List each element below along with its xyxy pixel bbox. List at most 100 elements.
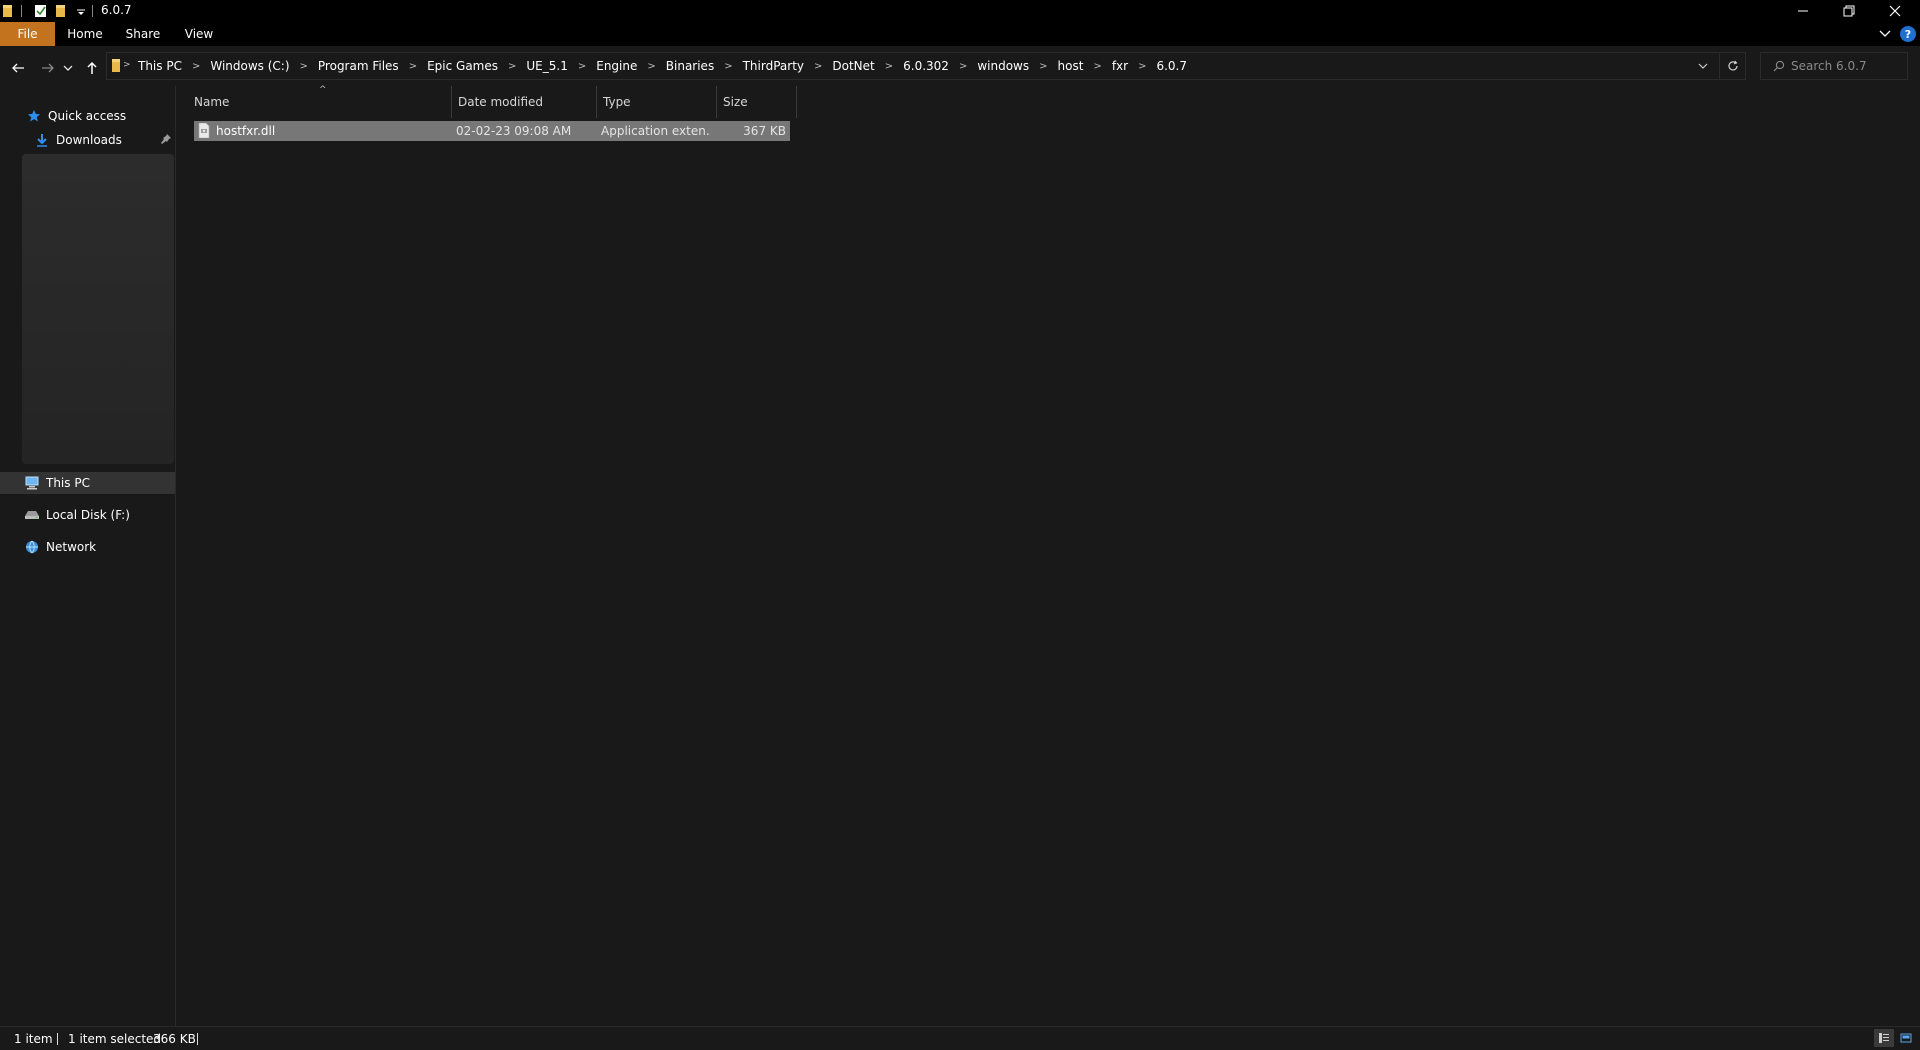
breadcrumb-item[interactable]: This PC xyxy=(135,59,185,73)
chevron-down-icon xyxy=(63,65,73,71)
title-bar: 6.0.7 xyxy=(0,0,1920,22)
nav-item-network[interactable]: Network xyxy=(0,536,175,558)
file-name: hostfxr.dll xyxy=(216,124,276,138)
nav-item-quick-access[interactable]: Quick access xyxy=(0,105,175,127)
column-header-label: Date modified xyxy=(458,95,544,109)
navigation-pane: Quick access Downloads This PC Local Dis… xyxy=(0,86,176,1026)
minimize-button[interactable] xyxy=(1780,0,1826,22)
chevron-right-icon[interactable]: > xyxy=(640,61,662,72)
tab-home[interactable]: Home xyxy=(60,22,110,46)
network-icon xyxy=(24,539,40,555)
nav-item-label: Network xyxy=(46,540,97,554)
chevron-down-icon xyxy=(1879,30,1891,37)
breadcrumb-item[interactable]: ThirdParty xyxy=(740,59,807,73)
breadcrumb-item[interactable]: fxr xyxy=(1109,59,1131,73)
dll-file-icon xyxy=(198,122,210,141)
address-bar[interactable]: > This PC > Windows (C:) > Program Files > … xyxy=(106,52,1746,80)
up-button[interactable] xyxy=(82,58,102,78)
close-icon xyxy=(1889,5,1901,17)
nav-item-local-disk[interactable]: Local Disk (F:) xyxy=(0,504,175,526)
folder-icon xyxy=(111,59,123,76)
item-count: 1 item xyxy=(14,1032,53,1046)
breadcrumb-item[interactable]: 6.0.7 xyxy=(1153,59,1190,73)
breadcrumb-item[interactable]: Program Files xyxy=(315,59,402,73)
nav-item-this-pc[interactable]: This PC xyxy=(0,472,175,494)
breadcrumb-item[interactable]: Binaries xyxy=(663,59,717,73)
restore-icon xyxy=(1843,5,1855,17)
breadcrumb-item[interactable]: 6.0.302 xyxy=(900,59,952,73)
arrow-up-icon xyxy=(87,61,97,74)
download-icon xyxy=(34,132,50,148)
column-header-size[interactable]: Size xyxy=(717,86,797,118)
column-header-type[interactable]: Type xyxy=(597,86,717,118)
large-icons-view-button[interactable] xyxy=(1896,1029,1916,1047)
chevron-right-icon[interactable]: > xyxy=(1032,61,1054,72)
selection-count: 1 item selected xyxy=(68,1032,162,1046)
nav-item-label: Quick access xyxy=(48,109,127,123)
nav-item-downloads[interactable]: Downloads xyxy=(0,129,175,151)
breadcrumb-item[interactable]: Epic Games xyxy=(424,59,501,73)
table-row[interactable]: hostfxr.dll 02-02-23 09:08 AM Applicatio… xyxy=(194,121,790,141)
star-icon xyxy=(26,108,42,124)
arrow-right-icon xyxy=(42,63,54,73)
chevron-right-icon[interactable]: > xyxy=(185,61,207,72)
chevron-right-icon[interactable]: > xyxy=(402,61,424,72)
new-folder-icon[interactable] xyxy=(55,4,69,18)
address-history-button[interactable] xyxy=(1697,60,1711,74)
properties-icon[interactable] xyxy=(34,4,48,18)
search-icon xyxy=(1773,60,1785,75)
column-header-label: Size xyxy=(723,95,748,109)
chevron-right-icon[interactable]: > xyxy=(501,61,523,72)
tab-file[interactable]: File xyxy=(0,22,55,46)
chevron-right-icon[interactable]: > xyxy=(878,61,900,72)
breadcrumb: This PC > Windows (C:) > Program Files > Ep… xyxy=(135,53,1190,79)
details-view-button[interactable] xyxy=(1874,1029,1894,1047)
breadcrumb-item[interactable]: Windows (C:) xyxy=(207,59,292,73)
expand-ribbon-button[interactable] xyxy=(1878,27,1892,41)
folder-icon xyxy=(2,4,16,18)
details-view-icon xyxy=(1879,1033,1889,1043)
navigation-bar: > This PC > Windows (C:) > Program Files > … xyxy=(0,46,1920,86)
ribbon: File Home Share View ? xyxy=(0,22,1920,46)
breadcrumb-item[interactable]: UE_5.1 xyxy=(523,59,570,73)
status-bar: 1 item 1 item selected 366 KB xyxy=(0,1026,1920,1050)
chevron-right-icon[interactable]: > xyxy=(571,61,593,72)
chevron-right-icon[interactable]: > xyxy=(717,61,739,72)
back-button[interactable] xyxy=(8,58,28,78)
breadcrumb-item[interactable]: windows xyxy=(974,59,1032,73)
nav-item-label: This PC xyxy=(46,476,90,490)
chevron-right-icon[interactable]: > xyxy=(807,61,829,72)
large-icons-view-icon xyxy=(1900,1033,1912,1043)
chevron-right-icon[interactable]: > xyxy=(952,61,974,72)
blurred-quick-access-items xyxy=(22,154,174,464)
help-button[interactable]: ? xyxy=(1900,26,1916,42)
breadcrumb-item[interactable]: DotNet xyxy=(829,59,877,73)
file-size: 367 KB xyxy=(743,124,786,138)
refresh-button[interactable] xyxy=(1719,53,1746,79)
column-header-label: Type xyxy=(603,95,631,109)
chevron-right-icon[interactable]: > xyxy=(293,61,315,72)
column-header-date-modified[interactable]: Date modified xyxy=(452,86,597,118)
chevron-right-icon[interactable]: > xyxy=(1086,61,1108,72)
window-title: 6.0.7 xyxy=(101,3,132,17)
nav-item-label: Downloads xyxy=(56,133,122,147)
search-input[interactable] xyxy=(1791,53,1903,79)
chevron-down-icon xyxy=(1698,63,1708,69)
close-button[interactable] xyxy=(1872,0,1918,22)
breadcrumb-item[interactable]: host xyxy=(1055,59,1087,73)
computer-icon xyxy=(24,475,40,491)
tab-view[interactable]: View xyxy=(175,22,223,46)
breadcrumb-item[interactable]: Engine xyxy=(593,59,640,73)
search-box[interactable] xyxy=(1760,52,1908,80)
minimize-icon xyxy=(1798,10,1808,12)
recent-locations-button[interactable] xyxy=(62,58,74,78)
tab-share[interactable]: Share xyxy=(118,22,168,46)
chevron-right-icon[interactable]: > xyxy=(1131,61,1153,72)
column-header-name[interactable]: Name ^ xyxy=(188,85,452,118)
restore-button[interactable] xyxy=(1826,0,1872,22)
forward-button[interactable] xyxy=(38,58,58,78)
column-header-label: Name xyxy=(194,95,230,109)
customize-quick-access-icon[interactable] xyxy=(76,4,90,18)
pin-icon[interactable] xyxy=(160,133,172,148)
selection-size: 366 KB xyxy=(153,1032,196,1046)
